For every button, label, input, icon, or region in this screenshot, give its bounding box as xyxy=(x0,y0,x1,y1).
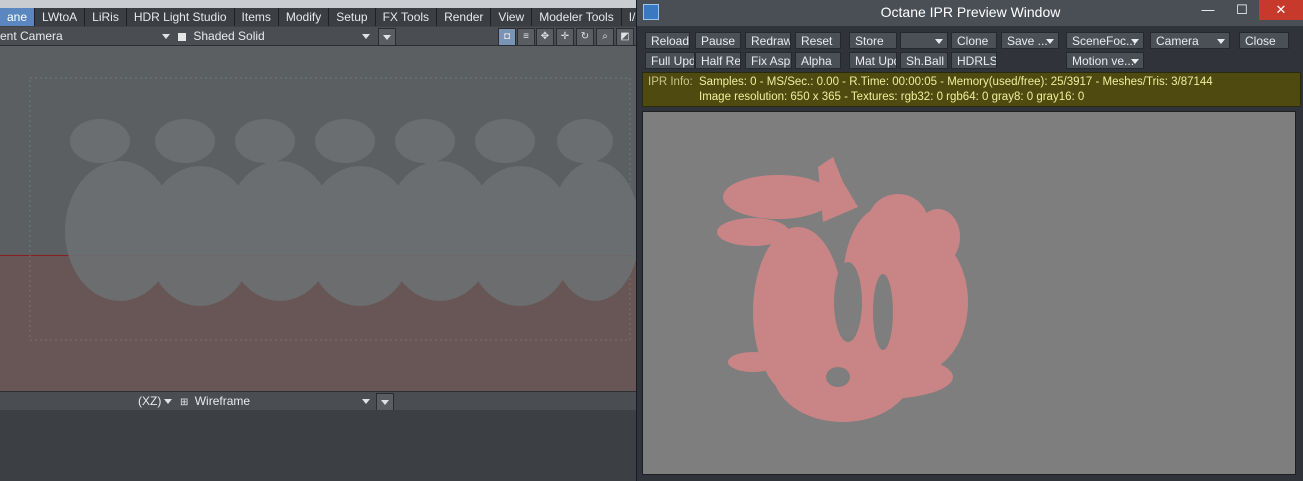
chevron-down-icon xyxy=(383,35,391,40)
lw-lower-viewport[interactable] xyxy=(0,410,640,481)
store-button[interactable]: Store xyxy=(849,32,897,49)
chevron-down-icon xyxy=(1217,39,1225,44)
reset-button[interactable]: Reset xyxy=(795,32,841,49)
window-title-bar[interactable]: Octane IPR Preview Window — ☐ ✕ xyxy=(637,0,1303,26)
lw-tab-modeler-tools[interactable]: Modeler Tools xyxy=(532,8,622,26)
dragon-render-silhouette xyxy=(717,157,968,422)
lw-tab-lwtoa[interactable]: LWtoA xyxy=(35,8,86,26)
ipr-info-label: IPR Info: xyxy=(648,76,693,88)
chevron-down-icon xyxy=(162,34,170,39)
lw-viewport-footer: (XZ) ⊞ Wireframe xyxy=(0,391,640,411)
scene-focus-label: SceneFoc... xyxy=(1072,34,1137,48)
half-res-button[interactable]: Half Res xyxy=(695,52,741,69)
chevron-down-icon xyxy=(1046,39,1054,44)
alpha-button[interactable]: Alpha xyxy=(795,52,841,69)
reload-button[interactable]: Reload xyxy=(645,32,690,49)
full-update-button[interactable]: Full Upd. xyxy=(645,52,695,69)
lw-tab-modify[interactable]: Modify xyxy=(278,8,330,26)
close-button[interactable]: Close xyxy=(1239,32,1289,49)
lw-viewport-header: ent Camera Shaded Solid ◘ ≡ ✥ ✛ ↻ ⌕ ◩ xyxy=(0,27,640,46)
lw-tab-liris[interactable]: LiRis xyxy=(85,8,127,26)
ipr-info-panel: IPR Info: Samples: 0 - MS/Sec.: 0.00 - R… xyxy=(642,72,1301,107)
chevron-down-icon xyxy=(1131,59,1139,64)
redraw-button[interactable]: Redraw xyxy=(745,32,791,49)
octane-ipr-window: Octane IPR Preview Window — ☐ ✕ Reload P… xyxy=(636,0,1303,481)
lw-tab-view[interactable]: View xyxy=(491,8,533,26)
wireframe-select-value: Wireframe xyxy=(194,394,251,408)
close-icon[interactable]: ✕ xyxy=(1259,0,1303,20)
chevron-down-icon xyxy=(1131,39,1139,44)
pan-icon[interactable]: ✛ xyxy=(556,28,574,46)
lw-tab-bar: ane LWtoA LiRis HDR Light Studio Items M… xyxy=(0,8,675,26)
save-select-label: Save ... xyxy=(1007,34,1048,48)
store-slot-select[interactable] xyxy=(900,32,948,49)
pause-button[interactable]: Pause xyxy=(695,32,741,49)
dragon-instances xyxy=(29,77,636,341)
camera-select[interactable]: ent Camera xyxy=(0,28,172,44)
wireframe-icon: ⊞ xyxy=(180,397,189,408)
motion-vectors-label: Motion ve... xyxy=(1072,54,1135,68)
lw-tab-hdr-light-studio[interactable]: HDR Light Studio xyxy=(126,8,235,26)
octane-toolbar: Reload Pause Redraw Reset Store Clone Sa… xyxy=(637,26,1303,72)
maximize-icon[interactable]: ☐ xyxy=(1227,0,1257,20)
ipr-info-line1: Samples: 0 - MS/Sec.: 0.00 - R.Time: 00:… xyxy=(699,76,1213,88)
hdrls-button[interactable]: HDRLS xyxy=(951,52,997,69)
lw-3d-viewport[interactable] xyxy=(0,46,636,391)
clone-button[interactable]: Clone xyxy=(951,32,997,49)
wireframe-select[interactable]: ⊞ Wireframe xyxy=(180,393,374,409)
lw-tab-items[interactable]: Items xyxy=(234,8,279,26)
list-icon[interactable]: ≡ xyxy=(517,28,535,46)
save-select[interactable]: Save ... xyxy=(1001,32,1059,49)
shader-ball-button[interactable]: Sh.Ball xyxy=(900,52,948,69)
lw-tab-setup[interactable]: Setup xyxy=(329,8,376,26)
move-icon[interactable]: ✥ xyxy=(536,28,554,46)
camera-select-label: Camera xyxy=(1156,34,1199,48)
shaded-solid-icon xyxy=(178,32,186,41)
view-axis-select[interactable]: (XZ) xyxy=(138,393,174,409)
motion-vectors-select[interactable]: Motion ve... xyxy=(1066,52,1144,69)
lightwave-layout: ane LWtoA LiRis HDR Light Studio Items M… xyxy=(0,0,675,481)
chevron-down-icon xyxy=(362,399,370,404)
mat-update-button[interactable]: Mat Upd xyxy=(849,52,897,69)
viewport-menu-button[interactable] xyxy=(378,28,396,46)
lw-tab-fx-tools[interactable]: FX Tools xyxy=(375,8,438,26)
viewport-menu-button-bottom[interactable] xyxy=(376,393,394,411)
shading-select-value: Shaded Solid xyxy=(193,29,265,43)
minimize-icon[interactable]: — xyxy=(1193,0,1223,20)
rotate-icon[interactable]: ↻ xyxy=(576,28,594,46)
lw-tab-octane[interactable]: ane xyxy=(0,8,36,26)
maximize-viewport-icon[interactable]: ◩ xyxy=(616,28,634,46)
chevron-down-icon xyxy=(362,34,370,39)
view-axis-value: (XZ) xyxy=(138,394,162,408)
shading-select[interactable]: Shaded Solid xyxy=(178,28,374,44)
camera-select[interactable]: Camera xyxy=(1150,32,1230,49)
lw-menu-strip xyxy=(0,0,640,8)
ipr-info-line2: Image resolution: 650 x 365 - Textures: … xyxy=(699,91,1085,103)
scene-focus-select[interactable]: SceneFoc... xyxy=(1066,32,1144,49)
zoom-icon[interactable]: ⌕ xyxy=(596,28,614,46)
camera-select-value: ent Camera xyxy=(0,29,63,43)
chevron-down-icon xyxy=(935,39,943,44)
fix-aspect-button[interactable]: Fix Asp. xyxy=(745,52,792,69)
camera-view-icon[interactable]: ◘ xyxy=(498,28,516,46)
lw-tab-render[interactable]: Render xyxy=(437,8,492,26)
chevron-down-icon xyxy=(381,400,389,405)
render-preview[interactable] xyxy=(642,111,1296,475)
chevron-down-icon xyxy=(164,399,172,404)
